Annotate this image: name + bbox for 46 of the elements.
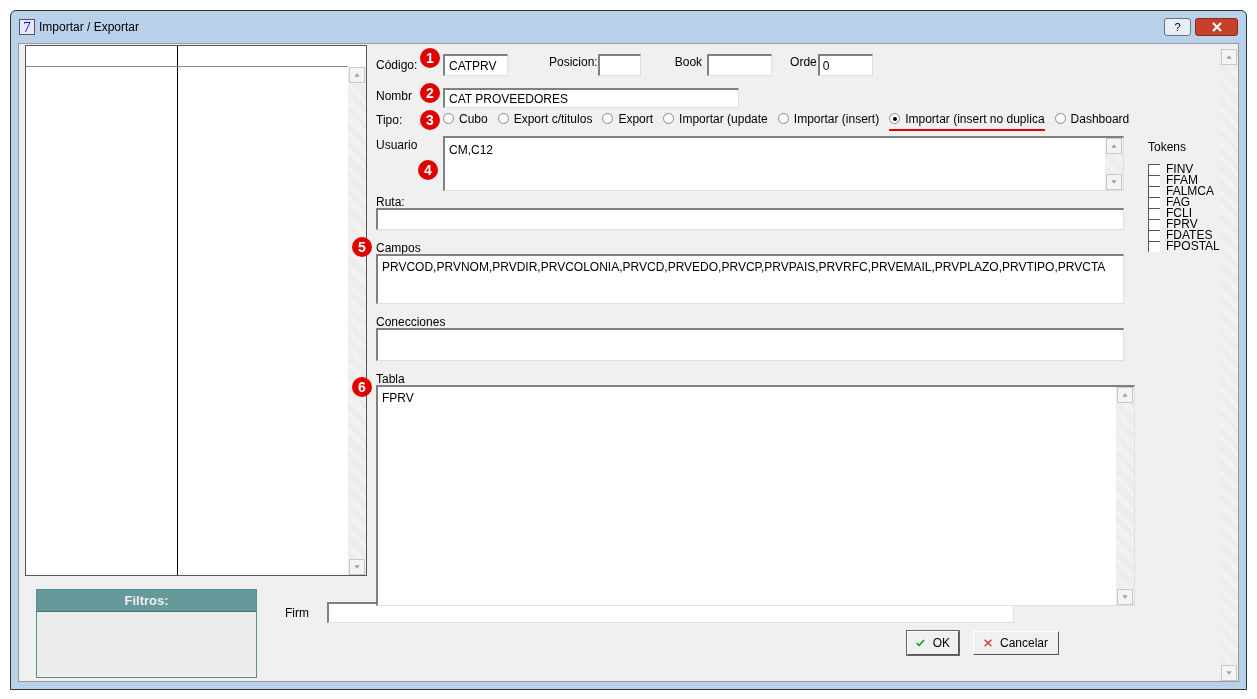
radio-option[interactable]: Cubo — [443, 109, 488, 131]
code-field[interactable]: CATPRV — [443, 54, 508, 76]
field-label: Código: — [376, 57, 419, 74]
radio-option[interactable]: Importar (update — [663, 109, 768, 131]
token-label: FAG — [1166, 197, 1190, 208]
radio-option[interactable]: Dashboard — [1054, 109, 1130, 131]
token-label: FPRV — [1166, 219, 1198, 230]
field-label: Firm — [285, 604, 310, 622]
number-marker: 6 — [352, 377, 372, 397]
number-marker: 5 — [352, 237, 372, 257]
token-label: FALMCA — [1166, 186, 1214, 197]
token-label: FFAM — [1166, 175, 1198, 186]
radio-option[interactable]: Importar (insert) — [777, 109, 880, 131]
radio-option[interactable]: Importar (insert no duplica — [889, 109, 1045, 131]
field-label: Tipo: — [376, 112, 404, 129]
user-field[interactable]: CM,C12 — [443, 136, 1124, 191]
field-label: Ruta: — [376, 196, 406, 208]
tokens-label: Tokens — [1148, 139, 1188, 156]
field-label: Campos — [376, 242, 422, 254]
fields-area[interactable]: PRVCOD,PRVNOM,PRVDIR,PRVCOLONIA,PRVCD,PRVEDO,PRVCP,PRVPAIS,PRVRFC,PRVEMAIL,PRVPLAZO,PRVTIPO,PRVCTA — [376, 254, 1124, 304]
name-field[interactable]: CAT PROVEEDORES — [443, 88, 739, 108]
help-button[interactable]: ? — [1164, 18, 1191, 36]
number-marker: 1 — [420, 48, 440, 68]
field-label: Posicion: — [549, 54, 598, 71]
token-label: FCLI — [1166, 208, 1192, 219]
field-label: Nombr — [376, 88, 413, 105]
number-marker: 2 — [420, 83, 440, 103]
app-icon: 7 — [19, 19, 35, 35]
radio-option[interactable]: Export — [602, 109, 654, 131]
field-label: Orde — [790, 54, 817, 71]
ok-button[interactable]: OK — [907, 631, 959, 655]
window-title: Importar / Exportar — [39, 19, 140, 36]
table-area[interactable]: FPRV — [376, 385, 1135, 606]
token-label: FINV — [1166, 164, 1194, 175]
order-field[interactable]: 0 — [817, 54, 873, 76]
token-label: FDATES — [1166, 230, 1213, 241]
number-marker: 4 — [418, 160, 438, 180]
field-label: Usuario — [376, 137, 419, 154]
token-label: FPOSTAL — [1166, 241, 1220, 252]
cancel-button[interactable]: Cancelar — [973, 631, 1059, 655]
filters-header: Filtros: — [37, 590, 256, 612]
field-label: Tabla — [376, 373, 406, 385]
field-label: Book — [674, 54, 703, 71]
number-marker: 3 — [420, 110, 440, 130]
field-label: Conecciones — [376, 316, 447, 328]
radio-option[interactable]: Export c/titulos — [497, 109, 593, 131]
